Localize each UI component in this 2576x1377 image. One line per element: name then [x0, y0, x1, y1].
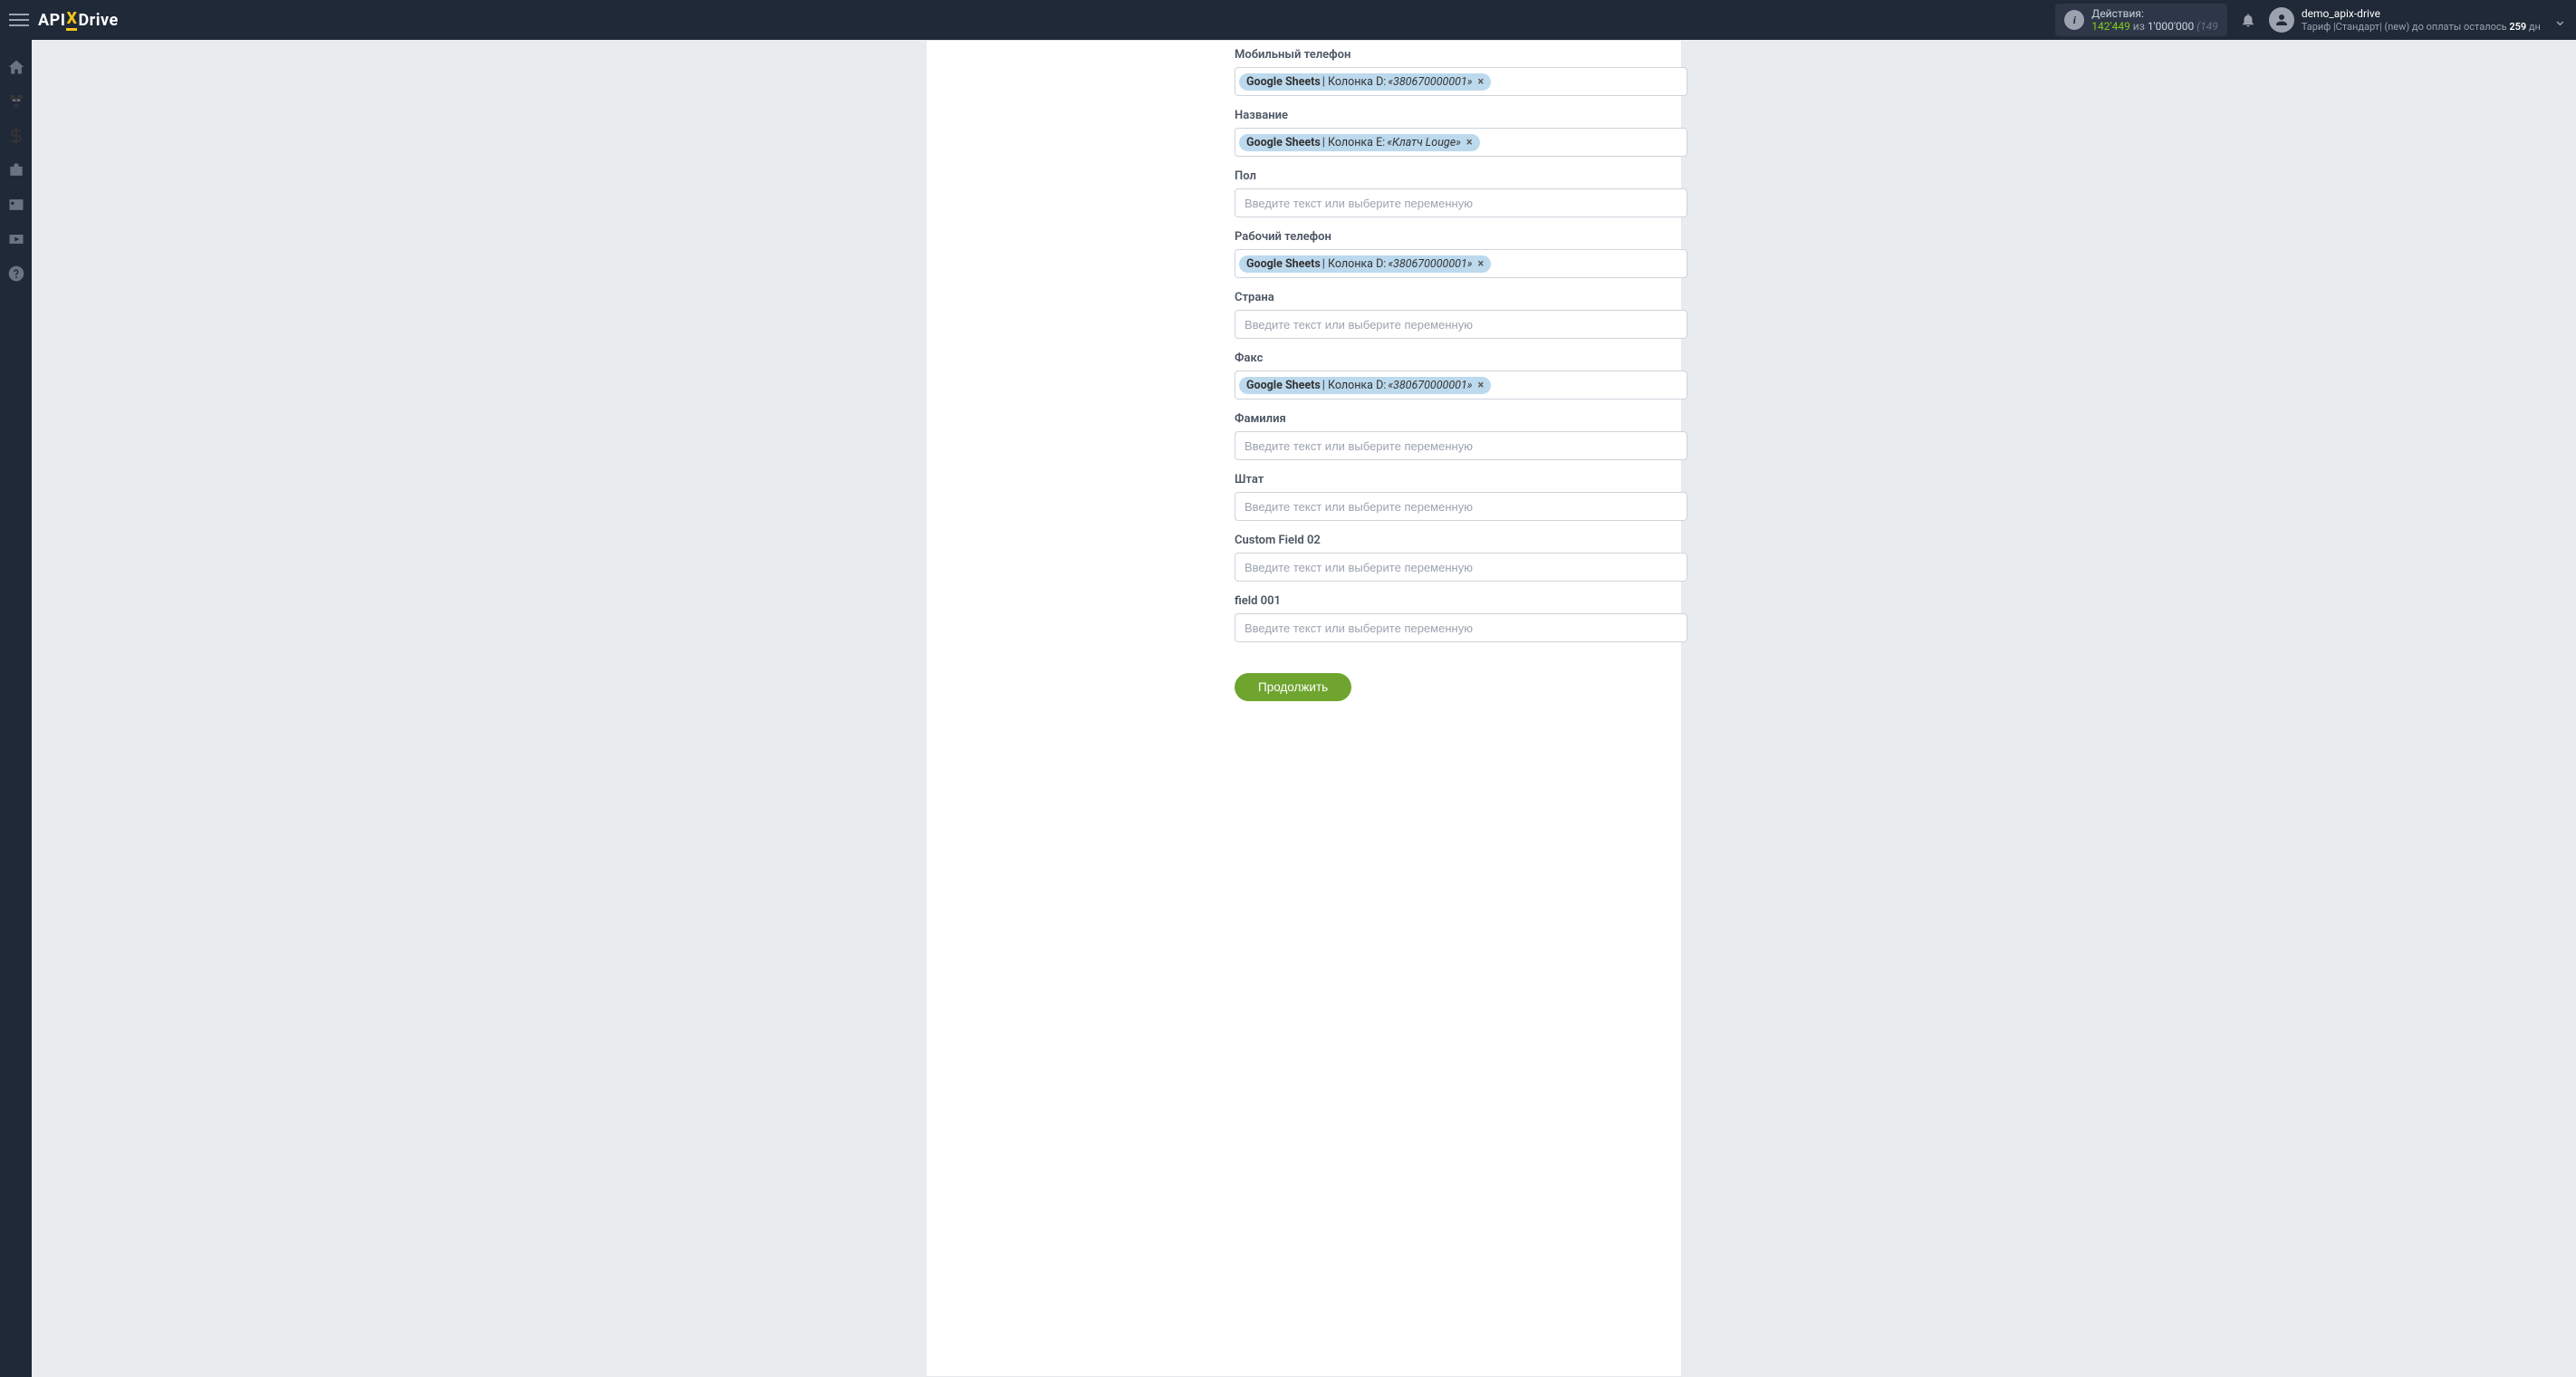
field-group: Страна: [1235, 291, 1687, 339]
remove-tag-icon[interactable]: ×: [1478, 75, 1485, 89]
help-icon[interactable]: [7, 265, 25, 283]
field-input[interactable]: Google Sheets | Колонка D: «380670000001…: [1235, 67, 1687, 96]
variable-tag[interactable]: Google Sheets | Колонка D: «380670000001…: [1239, 73, 1491, 91]
text-input[interactable]: [1239, 193, 1683, 214]
sidebar: [0, 40, 32, 1377]
variable-tag[interactable]: Google Sheets | Колонка D: «380670000001…: [1239, 377, 1491, 394]
remove-tag-icon[interactable]: ×: [1478, 379, 1485, 392]
logo[interactable]: APIXDrive: [38, 9, 119, 31]
field-group: Пол: [1235, 169, 1687, 217]
field-group: Название Google Sheets | Колонка E: «Клат…: [1235, 109, 1687, 157]
logo-x: X: [66, 9, 77, 31]
field-label: Фамилия: [1235, 412, 1687, 426]
id-card-icon[interactable]: [7, 196, 25, 214]
text-input[interactable]: [1239, 436, 1683, 457]
actions-label: Действия:: [2091, 7, 2218, 20]
actions-total: 1'000'000: [2148, 20, 2194, 33]
field-label: Страна: [1235, 291, 1687, 304]
field-input[interactable]: [1235, 310, 1687, 339]
user-name: demo_apix-drive: [2302, 7, 2541, 20]
field-label: Мобильный телефон: [1235, 48, 1687, 62]
text-input[interactable]: [1239, 314, 1683, 335]
continue-button[interactable]: Продолжить: [1235, 673, 1351, 701]
variable-tag[interactable]: Google Sheets | Колонка D: «380670000001…: [1239, 255, 1491, 273]
field-input[interactable]: [1235, 553, 1687, 582]
youtube-icon[interactable]: [7, 230, 25, 248]
logo-drive: Drive: [78, 11, 118, 30]
field-label: Факс: [1235, 351, 1687, 365]
remove-tag-icon[interactable]: ×: [1466, 136, 1473, 149]
text-input[interactable]: [1239, 618, 1683, 639]
content: Мобильный телефон Google Sheets | Колонка…: [32, 40, 2576, 1377]
field-input[interactable]: Google Sheets | Колонка E: «Клатч Louge»…: [1235, 128, 1687, 157]
actions-counter[interactable]: i Действия: 142'449 из 1'000'000 (149: [2055, 4, 2227, 36]
form-card: Мобильный телефонGoogle Sheets | Колонка…: [926, 40, 1682, 1377]
chevron-down-icon: ⌄: [2553, 11, 2567, 30]
field-group: Факс Google Sheets | Колонка D: «38067000…: [1235, 351, 1687, 400]
field-input[interactable]: [1235, 492, 1687, 521]
field-group: field 001: [1235, 594, 1687, 642]
field-input[interactable]: Google Sheets | Колонка D: «380670000001…: [1235, 371, 1687, 400]
briefcase-icon[interactable]: [7, 161, 25, 179]
user-menu[interactable]: demo_apix-drive Тариф |Стандарт| (new) д…: [2269, 7, 2567, 33]
menu-toggle[interactable]: [9, 10, 29, 30]
field-group: Custom Field 02: [1235, 534, 1687, 582]
field-label: Рабочий телефон: [1235, 230, 1687, 244]
field-group: Рабочий телефон Google Sheets | Колонка D…: [1235, 230, 1687, 278]
field-group: Штат: [1235, 473, 1687, 521]
field-group: Мобильный телефон Google Sheets | Колонка…: [1235, 48, 1687, 96]
sitemap-icon[interactable]: [7, 92, 25, 111]
text-input[interactable]: [1239, 557, 1683, 578]
variable-tag[interactable]: Google Sheets | Колонка E: «Клатч Louge»…: [1239, 134, 1480, 151]
actions-paren: (149: [2196, 20, 2218, 33]
field-label: Пол: [1235, 169, 1687, 183]
field-input[interactable]: Google Sheets | Колонка D: «380670000001…: [1235, 249, 1687, 278]
field-label: Штат: [1235, 473, 1687, 486]
text-input[interactable]: [1239, 496, 1683, 517]
actions-count: 142'449: [2091, 20, 2130, 33]
avatar-icon: [2269, 7, 2294, 33]
field-label: field 001: [1235, 594, 1687, 608]
field-input[interactable]: [1235, 613, 1687, 642]
field-label: Custom Field 02: [1235, 534, 1687, 547]
field-input[interactable]: [1235, 431, 1687, 460]
info-icon: i: [2064, 10, 2084, 30]
remove-tag-icon[interactable]: ×: [1478, 257, 1485, 271]
field-input[interactable]: [1235, 188, 1687, 217]
bell-icon[interactable]: [2240, 12, 2256, 28]
field-label: Название: [1235, 109, 1687, 122]
dollar-icon[interactable]: [7, 127, 25, 145]
home-icon[interactable]: [7, 58, 25, 76]
field-group: Фамилия: [1235, 412, 1687, 460]
logo-api: API: [38, 11, 65, 30]
topbar: APIXDrive i Действия: 142'449 из 1'000'0…: [0, 0, 2576, 40]
